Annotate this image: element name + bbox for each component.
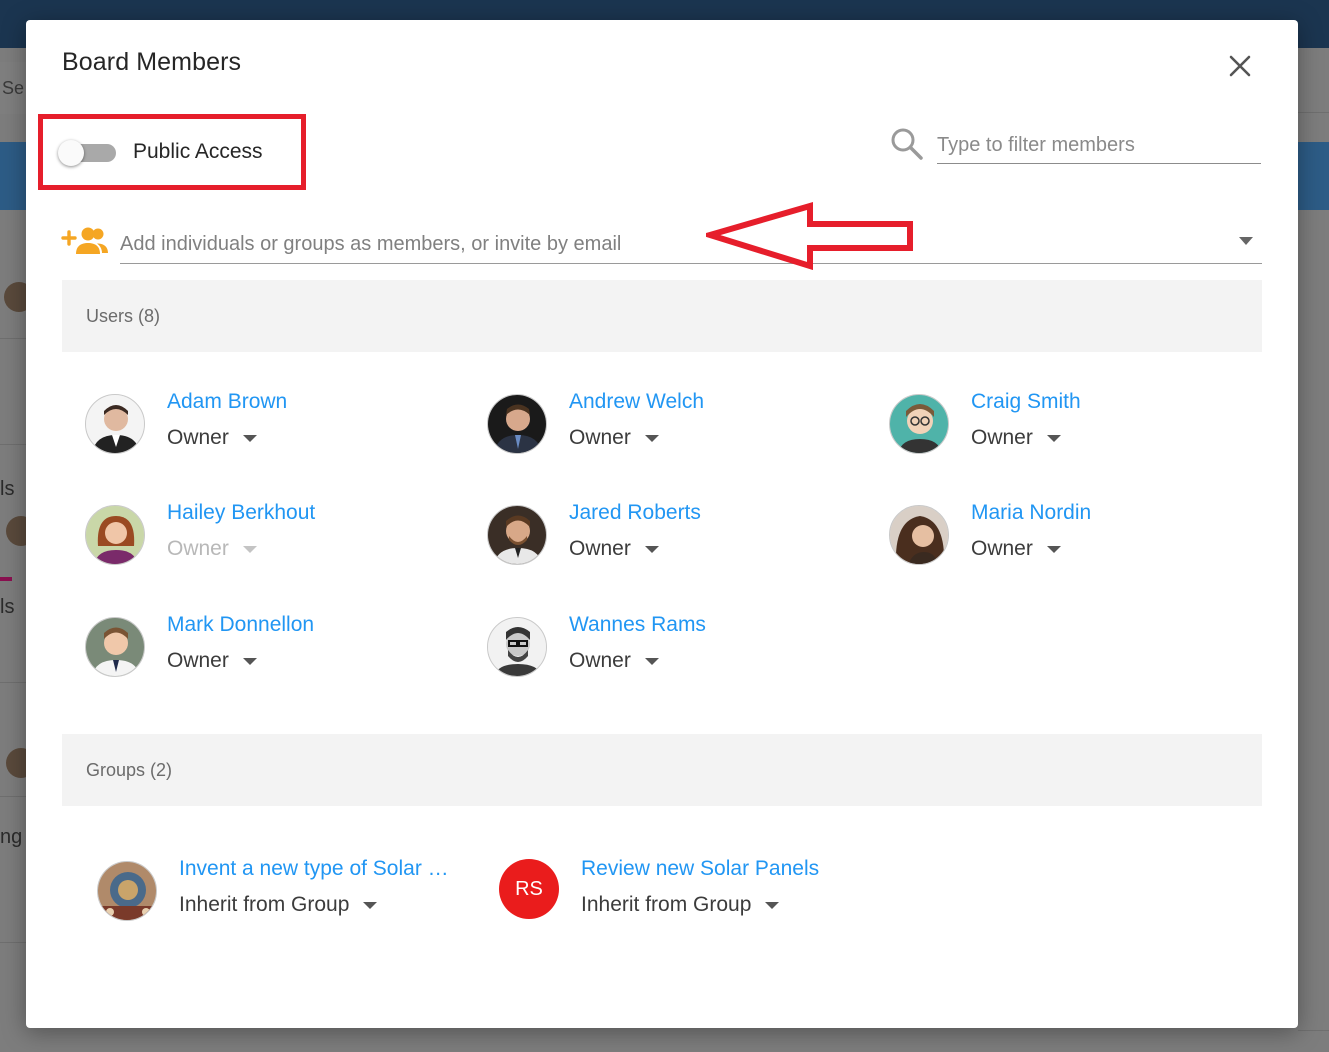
member-role-dropdown[interactable]: Owner: [971, 537, 1061, 561]
avatar: [85, 617, 145, 677]
member-role-dropdown[interactable]: Owner: [569, 537, 659, 561]
member-role-label: Owner: [569, 537, 631, 560]
group-role-label: Inherit from Group: [179, 893, 350, 916]
group-card: Invent a new type of Solar … Inherit fro…: [97, 857, 477, 927]
groups-section-header: Groups (2): [62, 734, 1262, 806]
member-name[interactable]: Jared Roberts: [569, 501, 701, 525]
board-members-dialog: Board Members Public Access Users (8): [26, 20, 1298, 1028]
member-card: Jared Roberts Owner: [487, 501, 867, 571]
member-name[interactable]: Mark Donnellon: [167, 613, 314, 637]
group-card: RS Review new Solar Panels Inherit from …: [499, 857, 879, 927]
member-card: Craig Smith Owner: [889, 390, 1269, 460]
member-role-label: Owner: [569, 426, 631, 449]
member-role-dropdown[interactable]: Owner: [569, 426, 659, 450]
member-role-label: Owner: [167, 426, 229, 449]
member-card: Andrew Welch Owner: [487, 390, 867, 460]
member-card: Hailey Berkhout Owner: [85, 501, 465, 571]
background-divider: [0, 942, 26, 943]
member-name[interactable]: Craig Smith: [971, 390, 1081, 414]
add-members-input[interactable]: [120, 226, 1262, 264]
background-divider: [0, 796, 26, 797]
background-label-bar: [0, 577, 12, 581]
avatar: [85, 394, 145, 454]
member-role-dropdown[interactable]: Owner: [167, 426, 257, 450]
member-card: Maria Nordin Owner: [889, 501, 1269, 571]
annotation-arrow: [706, 202, 913, 270]
group-role-dropdown[interactable]: Inherit from Group: [179, 893, 378, 917]
member-role-dropdown[interactable]: Owner: [971, 426, 1061, 450]
background-search-field: Se: [0, 62, 28, 114]
member-role-label: Owner: [971, 537, 1033, 560]
chevron-down-icon: [765, 901, 780, 909]
background-divider: [1298, 1030, 1329, 1031]
public-access-label: Public Access: [133, 140, 263, 163]
member-role-label: Owner: [167, 537, 229, 560]
member-role-label: Owner: [167, 649, 229, 672]
member-role-dropdown[interactable]: Owner: [167, 649, 257, 673]
avatar: [889, 394, 949, 454]
member-name[interactable]: Maria Nordin: [971, 501, 1091, 525]
avatar: [85, 505, 145, 565]
close-icon: [1229, 55, 1251, 77]
member-card: Adam Brown Owner: [85, 390, 465, 460]
toggle-thumb[interactable]: [58, 140, 84, 166]
group-role-label: Inherit from Group: [581, 893, 752, 916]
member-name[interactable]: Adam Brown: [167, 390, 287, 414]
member-role-label: Owner: [971, 426, 1033, 449]
background-divider: [0, 682, 26, 683]
group-name[interactable]: Invent a new type of Solar …: [179, 857, 449, 881]
chevron-down-icon: [1046, 434, 1061, 442]
avatar: [487, 394, 547, 454]
member-name[interactable]: Andrew Welch: [569, 390, 704, 414]
chevron-down-icon: [644, 545, 659, 553]
background-divider: [0, 338, 26, 339]
member-name[interactable]: Hailey Berkhout: [167, 501, 315, 525]
background-divider: [1298, 112, 1329, 113]
add-people-icon: [61, 227, 108, 254]
member-card: Wannes Rams Owner: [487, 613, 867, 683]
dialog-title: Board Members: [62, 48, 242, 76]
background-banner-left: [0, 142, 26, 210]
background-text: ls: [0, 596, 15, 618]
avatar: [487, 505, 547, 565]
group-role-dropdown[interactable]: Inherit from Group: [581, 893, 780, 917]
group-name[interactable]: Review new Solar Panels: [581, 857, 819, 881]
member-name[interactable]: Wannes Rams: [569, 613, 706, 637]
chevron-down-icon: [242, 434, 257, 442]
member-role-label: Owner: [569, 649, 631, 672]
close-button[interactable]: [1226, 52, 1254, 80]
users-section-header: Users (8): [62, 280, 1262, 352]
filter-members-input[interactable]: [937, 128, 1261, 164]
group-avatar: [97, 861, 157, 921]
search-icon: [891, 128, 923, 160]
member-role-dropdown[interactable]: Owner: [569, 649, 659, 673]
background-divider: [0, 444, 26, 445]
member-role-dropdown: Owner: [167, 537, 257, 561]
chevron-down-icon: [242, 545, 257, 553]
background-text: ng: [0, 826, 23, 848]
background-text: ls: [0, 478, 15, 500]
chevron-down-icon: [644, 434, 659, 442]
chevron-down-icon: [242, 657, 257, 665]
chevron-down-icon: [644, 657, 659, 665]
public-access-toggle[interactable]: [58, 140, 116, 166]
member-card: Mark Donnellon Owner: [85, 613, 465, 683]
group-avatar: RS: [499, 859, 559, 919]
avatar: [487, 617, 547, 677]
avatar: [889, 505, 949, 565]
chevron-down-icon: [363, 901, 378, 909]
background-banner-right: [1298, 142, 1329, 210]
chevron-down-icon: [1046, 545, 1061, 553]
chevron-down-icon[interactable]: [1239, 236, 1253, 246]
